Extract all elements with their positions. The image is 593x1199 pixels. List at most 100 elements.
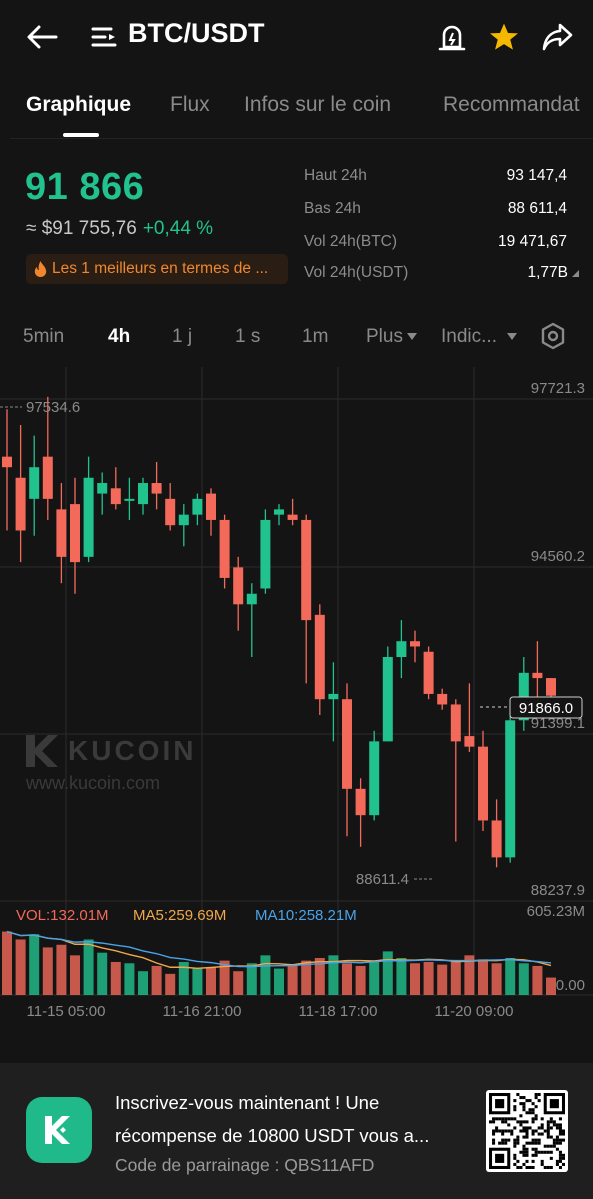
x-tick-label: 11-18 17:00 [299,1003,378,1020]
interval-5min[interactable]: 5min [23,326,64,348]
kucoin-app-logo[interactable] [26,1097,92,1163]
volume-bar [396,957,407,995]
interval-1w[interactable]: 1 s [235,326,260,348]
candle-body [233,567,244,605]
page-title[interactable]: BTC/USDT [128,18,265,49]
candle-body [382,657,393,742]
candle-body [450,704,461,742]
candle-body [97,483,108,494]
high-marker-label: 97534.6 [26,399,80,416]
rank-badge-text: Les 1 meilleurs en termes de ... [52,260,269,277]
chart-settings-icon[interactable] [539,321,567,351]
candle-body [342,699,352,789]
y-tick-label: 97721.3 [531,380,585,397]
volume-bar [42,947,53,995]
volume-bar [165,973,176,995]
tab-recommandations[interactable]: Recommandat [443,93,580,117]
price-alert-icon[interactable] [436,20,468,54]
volume-bar [478,959,488,995]
volume-bar [29,934,40,995]
volume-bar [450,960,461,995]
dropdown-arrow-icon [506,333,517,341]
candle-body [287,514,298,520]
x-tick-label: 11-16 21:00 [163,1003,242,1020]
vol-label: VOL:132.01M [16,907,109,924]
volume-bar [491,963,502,995]
candle-body [124,498,135,501]
ma10-label: MA10:258.21M [255,907,357,924]
banner-headline-1: Inscrivez-vous maintenant ! Une [115,1092,380,1113]
volume-bar [382,951,393,995]
candle-body [56,509,67,557]
stat-label-low: Bas 24h [304,200,361,217]
x-tick-label: 11-20 09:00 [435,1003,514,1020]
volume-bar [110,961,121,995]
tab-graphique[interactable]: Graphique [26,93,131,117]
active-tab-indicator [63,133,99,137]
candle-body [165,498,176,526]
candle-body [110,488,121,505]
ma5-label: MA5:259.69M [133,907,226,924]
interval-1d[interactable]: 1 j [172,326,192,348]
qr-code[interactable] [486,1090,568,1172]
volume-bar [518,963,529,995]
interval-1m[interactable]: 1m [302,326,328,348]
candle-body [151,483,162,494]
volume-bar [206,967,216,995]
volume-bar [83,939,94,995]
usd-equivalent: ≈ $91 755,76 +0,44 % [26,218,213,240]
volume-bar [56,944,67,995]
vol-zero-label: 0.00 [556,977,585,994]
star-icon[interactable] [487,20,521,54]
candle-body [505,720,516,858]
volume-bar [70,955,80,995]
candle-body [206,493,216,520]
x-tick-label: 11-15 05:00 [27,1003,106,1020]
candle-body [2,456,12,468]
share-icon[interactable] [539,20,575,54]
indicators-dropdown[interactable]: Indic... [441,326,517,348]
fire-icon [34,261,47,277]
volume-bar [546,977,556,995]
interval-more[interactable]: Plus [366,326,417,348]
volume-bar [437,964,448,995]
volume-bar [369,961,380,995]
volume-bar [301,960,312,995]
last-price: 91 866 [25,166,145,208]
volume-bar [260,955,271,995]
candle-body [178,514,189,526]
volume-bar [274,968,284,995]
candle-body [301,519,312,621]
volume-bar [355,965,366,995]
candle-body [246,593,257,605]
volume-bar [124,963,135,995]
interval-4h[interactable]: 4h [108,326,130,348]
tab-infos-coin[interactable]: Infos sur le coin [244,93,391,117]
change-percent: +0,44 % [142,218,214,239]
candle-body [29,467,40,499]
menu-icon[interactable] [90,24,118,50]
price-chart[interactable]: KUCOIN www.kucoin.com 97721.3 94560.2 91… [0,367,593,1027]
candle-body [396,641,407,658]
tabs-divider [10,138,593,139]
rank-badge[interactable]: Les 1 meilleurs en termes de ... [26,254,288,284]
back-arrow-icon[interactable] [24,20,60,54]
volume-bar [97,952,108,995]
candle-body [546,678,556,696]
referral-code: Code de parrainage : QBS11AFD [115,1155,375,1175]
tab-flux[interactable]: Flux [170,93,210,117]
banner-headline-2: récompense de 10800 USDT vous a... [115,1125,430,1146]
candle-body [410,641,420,647]
vol-max-label: 605.23M [527,903,585,920]
stat-value-vol-usdt-text: 1,77B [527,264,568,281]
volume-bar [505,957,516,995]
candle-body [369,741,380,816]
candle-body [491,820,502,858]
low-marker-label: 88611.4 [356,871,409,888]
volume-bar [151,965,162,995]
volume-bar [15,939,26,995]
usd-equivalent-value: ≈ $91 755,76 [26,218,137,239]
stat-value-vol-usdt: 1,77B [527,264,579,282]
candle-body [478,746,488,821]
candle-body [83,477,94,557]
